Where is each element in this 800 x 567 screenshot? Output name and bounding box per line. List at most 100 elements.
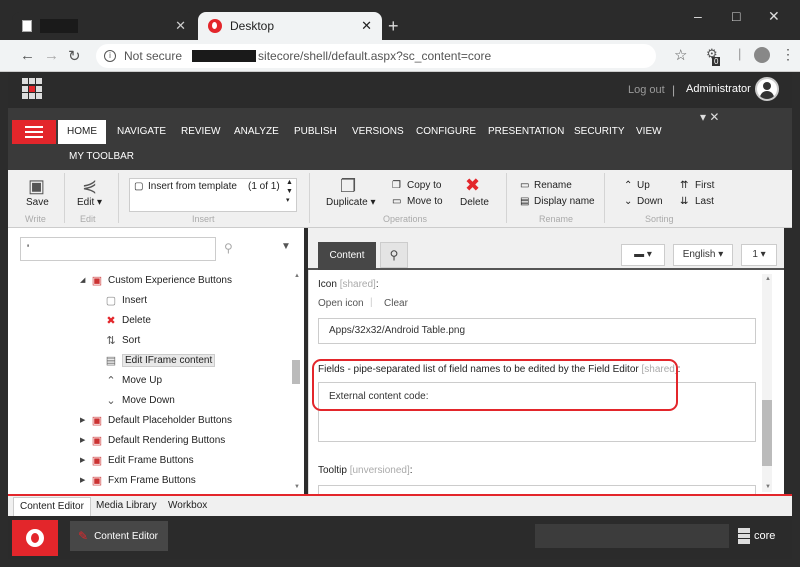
search-icon[interactable]: ⚲ xyxy=(224,241,233,255)
search-options-icon[interactable]: ▼ xyxy=(281,241,291,252)
save-button[interactable]: Save xyxy=(26,197,49,208)
group-rename-label: Rename xyxy=(539,214,574,224)
minimize-button[interactable]: – xyxy=(694,8,702,24)
tree-scrollbar[interactable] xyxy=(292,360,300,384)
version-select[interactable]: 1 ▾ xyxy=(741,244,777,266)
edit-button[interactable]: Edit ▾ xyxy=(77,197,102,208)
tree-item[interactable]: ▢ Insert xyxy=(94,290,290,310)
avatar-icon[interactable] xyxy=(755,77,779,101)
document-icon xyxy=(22,20,32,32)
duplicate-icon[interactable]: ❐ xyxy=(340,176,356,197)
profile-icon[interactable] xyxy=(754,47,770,63)
tree-item[interactable]: ⌃ Move Up xyxy=(94,370,290,390)
user-name[interactable]: Administrator xyxy=(686,83,751,95)
open-icon-link[interactable]: Open icon xyxy=(318,298,364,309)
maximize-button[interactable]: □ xyxy=(732,8,740,24)
tree-item[interactable]: ◢ ▣ Custom Experience Buttons xyxy=(80,270,290,290)
taskbar-content-editor[interactable]: ✎ Content Editor xyxy=(70,521,168,551)
tree-item[interactable]: ⇅ Sort xyxy=(94,330,290,350)
tree-item[interactable]: ✖ Delete xyxy=(94,310,290,330)
tab-analyze[interactable]: ANALYZE xyxy=(225,120,288,144)
editor-scroll-thumb[interactable] xyxy=(762,400,772,466)
database-label[interactable]: core xyxy=(754,530,775,542)
tab-media-library[interactable]: Media Library xyxy=(90,497,163,516)
tab-navigate[interactable]: NAVIGATE xyxy=(108,120,175,144)
close-window-button[interactable]: ✕ xyxy=(768,8,780,25)
tree-item[interactable]: ⌄ Move Down xyxy=(94,390,290,410)
sort-up-button[interactable]: Up xyxy=(637,180,650,191)
tree-item[interactable]: ▶ ▣ Default Rendering Buttons xyxy=(80,430,290,450)
edit-share-icon[interactable]: ⋞ xyxy=(82,176,97,197)
delete-icon[interactable]: ✖ xyxy=(465,175,480,196)
tab-content-editor[interactable]: Content Editor xyxy=(13,497,91,516)
search-tab-icon[interactable]: ⚲ xyxy=(380,242,408,268)
tab-home[interactable]: HOME xyxy=(58,120,106,144)
tab-configure[interactable]: CONFIGURE xyxy=(407,120,485,144)
tab-view[interactable]: VIEW xyxy=(627,120,671,144)
search-input[interactable] xyxy=(20,237,216,261)
sort-last-button[interactable]: Last xyxy=(695,196,714,207)
tree-toggle-icon[interactable]: ▶ xyxy=(80,416,90,424)
hamburger-menu-icon[interactable] xyxy=(12,120,56,144)
tab-publish[interactable]: PUBLISH xyxy=(285,120,346,144)
tree-item-label: Delete xyxy=(122,314,151,326)
tab-presentation[interactable]: PRESENTATION xyxy=(479,120,573,144)
tab-content[interactable]: Content xyxy=(318,242,376,270)
group-insert-label: Insert xyxy=(192,214,215,224)
tab-security[interactable]: SECURITY xyxy=(565,120,634,144)
tree-item[interactable]: ▤ Edit IFrame content xyxy=(94,350,290,370)
scroll-down-icon[interactable]: ▼ xyxy=(765,484,771,490)
tree-toggle-icon[interactable]: ◢ xyxy=(80,276,90,284)
save-icon[interactable]: ▣ xyxy=(28,176,45,197)
duplicate-button[interactable]: Duplicate ▾ xyxy=(326,197,376,208)
start-menu-icon[interactable] xyxy=(12,520,58,556)
logout-link[interactable]: Log out xyxy=(628,84,665,96)
sort-down-button[interactable]: Down xyxy=(637,196,663,207)
sitecore-logo-icon[interactable] xyxy=(22,78,44,100)
gallery-scroll-icon[interactable]: ▲ ▼ ▾ xyxy=(286,178,293,205)
sort-first-button[interactable]: First xyxy=(695,180,714,191)
move-down-icon: ⌄ xyxy=(106,394,116,407)
display-name-button[interactable]: Display name xyxy=(534,196,595,207)
scroll-up-icon[interactable]: ▲ xyxy=(765,276,771,282)
tab-title: Desktop xyxy=(230,19,275,33)
tree-item[interactable]: ▶ ▣ Edit Frame Buttons xyxy=(80,450,290,470)
forward-icon[interactable]: → xyxy=(44,47,59,64)
tree-toggle-icon[interactable]: ▶ xyxy=(80,456,90,464)
ribbon-controls[interactable]: ▾ ✕ xyxy=(700,110,719,124)
back-icon[interactable]: ← xyxy=(20,47,35,64)
tab-my-toolbar[interactable]: MY TOOLBAR xyxy=(60,145,143,169)
copy-to-button[interactable]: Copy to xyxy=(407,180,441,191)
rename-button[interactable]: Rename xyxy=(534,180,572,191)
panes-toggle-icon[interactable]: ▬ ▾ xyxy=(621,244,665,266)
tab-workbox[interactable]: Workbox xyxy=(162,497,213,516)
url-input[interactable]: i Not secure sitecore/shell/default.aspx… xyxy=(96,44,656,68)
close-tab-icon[interactable]: ✕ xyxy=(175,18,186,34)
tree-toggle-icon[interactable]: ▶ xyxy=(80,436,90,444)
icon-field-input[interactable]: Apps/32x32/Android Table.png xyxy=(318,318,756,344)
language-select[interactable]: English ▾ xyxy=(673,244,733,266)
tab-versions[interactable]: VERSIONS xyxy=(343,120,413,144)
tree-toggle-icon[interactable]: ▶ xyxy=(80,476,90,484)
scroll-up-icon[interactable]: ▲ xyxy=(294,273,300,279)
reload-icon[interactable]: ↻ xyxy=(68,47,81,65)
icon-field-label: Icon [shared]: xyxy=(318,279,379,290)
scroll-down-icon[interactable]: ▼ xyxy=(294,484,300,490)
clear-link[interactable]: Clear xyxy=(384,298,408,309)
browser-tab-desktop[interactable]: Desktop ✕ xyxy=(198,12,382,40)
delete-button[interactable]: Delete xyxy=(460,197,489,208)
copy-icon: ❐ xyxy=(392,180,401,191)
close-tab-icon[interactable]: ✕ xyxy=(361,18,372,34)
browser-tab-1[interactable]: ✕ xyxy=(12,12,196,40)
sitecore-favicon-icon xyxy=(208,19,222,33)
bookmark-star-icon[interactable]: ☆ xyxy=(674,46,687,64)
content-tree: ◢ ▣ Custom Experience Buttons ▢ Insert ✖ Delet… xyxy=(80,270,290,490)
browser-menu-icon[interactable]: ⋮ xyxy=(781,46,795,63)
new-tab-button[interactable]: + xyxy=(388,16,399,37)
database-icon[interactable] xyxy=(738,528,750,544)
tab-review[interactable]: REVIEW xyxy=(172,120,229,144)
tree-item[interactable]: ▶ ▣ Fxm Frame Buttons xyxy=(80,470,290,490)
insert-from-template[interactable]: Insert from template xyxy=(148,181,237,192)
move-to-button[interactable]: Move to xyxy=(407,196,443,207)
tree-item[interactable]: ▶ ▣ Default Placeholder Buttons xyxy=(80,410,290,430)
